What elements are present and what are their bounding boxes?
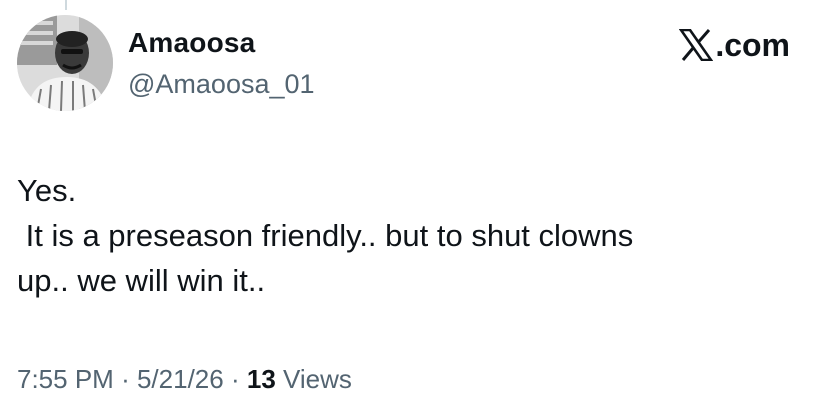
tweet-meta: 7:55 PM · 5/21/26 · 13 Views bbox=[17, 362, 352, 396]
meta-separator: · bbox=[230, 364, 240, 394]
tweet-time[interactable]: 7:55 PM bbox=[17, 364, 114, 394]
tweet-date[interactable]: 5/21/26 bbox=[137, 364, 224, 394]
meta-separator: · bbox=[121, 364, 130, 394]
brand-label: .com bbox=[715, 27, 790, 63]
tweet-line: It is a preseason friendly.. but to shut… bbox=[17, 218, 634, 253]
profile-photo-icon bbox=[17, 15, 113, 111]
views-label: Views bbox=[283, 364, 352, 394]
x-logo-icon bbox=[679, 29, 714, 61]
avatar[interactable] bbox=[17, 15, 113, 111]
author-handle[interactable]: @Amaoosa_01 bbox=[128, 67, 315, 101]
author-display-name[interactable]: Amaoosa bbox=[128, 26, 255, 60]
tweet-line: Yes. bbox=[17, 173, 77, 208]
tweet-text: Yes. It is a preseason friendly.. but to… bbox=[17, 168, 807, 303]
thread-connector-line bbox=[65, 0, 67, 10]
brand-link[interactable]: .com bbox=[679, 25, 790, 65]
tweet-line: up.. we will win it.. bbox=[17, 263, 266, 298]
views-count: 13 bbox=[246, 364, 276, 394]
